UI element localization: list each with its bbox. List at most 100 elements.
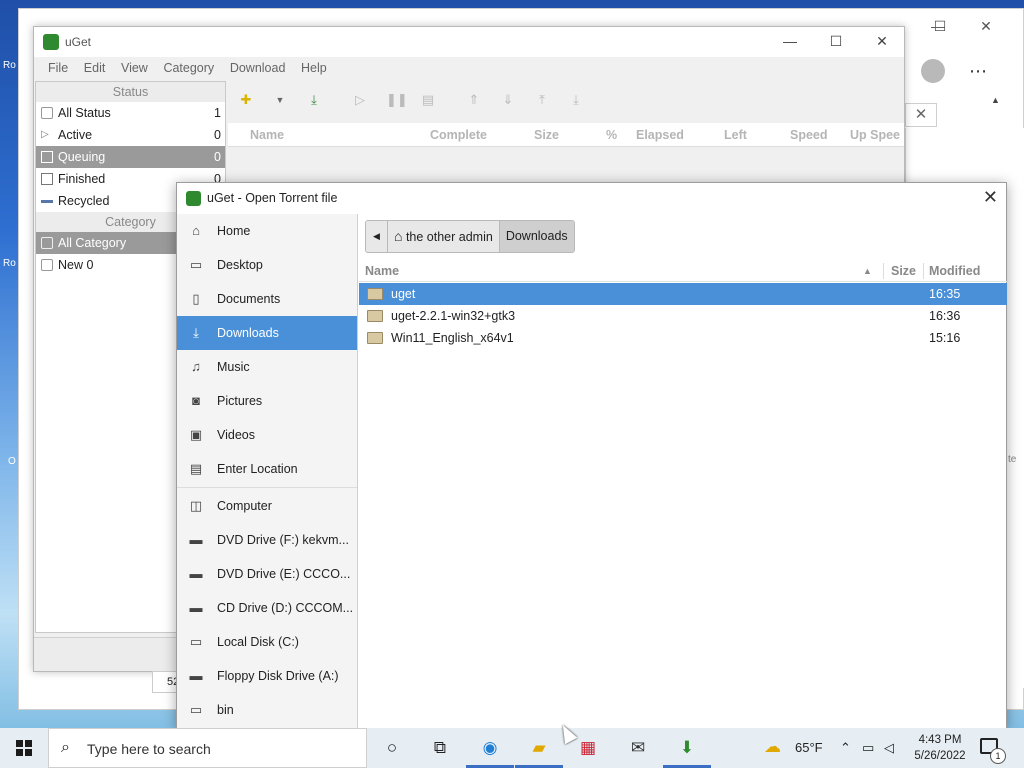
close-icon[interactable]: ✕ (983, 187, 998, 208)
move-up-icon[interactable]: ⇑ (466, 92, 482, 108)
place-home[interactable]: ⌂ Home (177, 214, 357, 248)
dialog-titlebar: uGet - Open Torrent file ✕ (177, 183, 1006, 213)
col-modified[interactable]: Modified (929, 264, 980, 278)
close-icon[interactable]: ✕ (872, 33, 892, 51)
path-current-button[interactable]: Downloads (499, 221, 574, 252)
store-icon[interactable]: ▦ (576, 736, 600, 760)
menu-edit[interactable]: Edit (78, 57, 112, 79)
place-pictures[interactable]: ◙ Pictures (177, 384, 357, 418)
place-videos[interactable]: ▣ Videos (177, 418, 357, 452)
hard-disk-icon: ▭ (189, 634, 203, 649)
scroll-up-icon[interactable]: ▲ (991, 95, 1000, 105)
start-icon[interactable]: ▷ (352, 92, 368, 108)
uget-titlebar: uGet — ☐ ✕ (34, 27, 904, 57)
taskbar-search[interactable]: ⌕ Type here to search (48, 728, 367, 768)
status-all[interactable]: All Status 1 (36, 102, 225, 124)
status-active[interactable]: ▷ Active 0 (36, 124, 225, 146)
device-dvd-f[interactable]: ▬ DVD Drive (F:) kekvm... (177, 523, 357, 557)
folder-icon (367, 310, 383, 322)
pause-icon[interactable]: ❚❚ (386, 92, 408, 108)
path-home-button[interactable]: ⌂ the other admin (388, 221, 500, 252)
place-desktop[interactable]: ▭ Desktop (177, 248, 357, 282)
device-floppy-a[interactable]: ▬ Floppy Disk Drive (A:) (177, 659, 357, 693)
more-options-icon[interactable]: ⋯ (969, 61, 987, 82)
open-torrent-dialog: uGet - Open Torrent file ✕ ⌂ Home ▭ Deskto… (176, 182, 1007, 730)
task-view-icon[interactable]: ⧉ (428, 736, 452, 760)
menu-view[interactable]: View (115, 57, 154, 79)
cortana-icon[interactable]: ○ (380, 736, 404, 760)
properties-icon[interactable]: ▤ (420, 92, 436, 108)
places-sidebar: ⌂ Home ▭ Desktop ▯ Documents ⤓ Downloads ♫ Mu… (177, 214, 358, 730)
status-count: 0 (214, 128, 221, 142)
weather-icon[interactable]: ☁ (764, 737, 781, 757)
status-label: All Status (58, 106, 111, 120)
volume-muted-icon[interactable]: ◁ (884, 740, 894, 756)
uget-app-icon (186, 191, 201, 206)
menu-file[interactable]: File (42, 57, 74, 79)
save-icon[interactable]: ⤓ (306, 92, 322, 108)
uget-taskbar-icon[interactable]: ⬇ (663, 736, 711, 768)
network-icon[interactable]: ▭ (862, 740, 874, 756)
profile-avatar-icon[interactable] (921, 59, 945, 83)
device-bin[interactable]: ▭ bin (177, 693, 357, 727)
side-close-icon[interactable]: ✕ (905, 103, 937, 127)
device-local-c[interactable]: ▭ Local Disk (C:) (177, 625, 357, 659)
col-name[interactable]: Name (250, 128, 284, 142)
place-downloads[interactable]: ⤓ Downloads (177, 316, 357, 350)
col-elapsed[interactable]: Elapsed (636, 128, 684, 142)
move-top-icon[interactable]: ⤒ (534, 92, 550, 108)
notification-count: 1 (990, 748, 1006, 764)
col-complete[interactable]: Complete (430, 128, 487, 142)
file-list-header: Name ▲ Size Modified (359, 260, 1007, 282)
file-explorer-icon[interactable]: ▰ (515, 736, 563, 768)
folder-icon (367, 332, 383, 344)
device-cd-d[interactable]: ▬ CD Drive (D:) CCCOM... (177, 591, 357, 625)
windows-start-icon[interactable] (16, 740, 32, 756)
maximize-icon[interactable]: ☐ (826, 33, 846, 51)
dialog-title: uGet - Open Torrent file (207, 191, 338, 205)
search-placeholder: Type here to search (87, 741, 211, 757)
chevron-down-icon[interactable]: ▼ (272, 92, 288, 108)
close-icon[interactable]: ✕ (977, 17, 995, 35)
file-row[interactable]: Win11_English_x64v1 15:16 (359, 327, 1007, 349)
edge-browser-icon[interactable]: ◉ (466, 736, 514, 768)
desktop-icon-label[interactable]: Ro (3, 258, 16, 269)
col-speed[interactable]: Speed (790, 128, 828, 142)
uget-title: uGet (65, 35, 92, 49)
mail-icon[interactable]: ✉ (626, 736, 650, 760)
place-documents[interactable]: ▯ Documents (177, 282, 357, 316)
download-table-header: Name Complete Size % Elapsed Left Speed … (228, 123, 904, 147)
col-name[interactable]: Name (365, 264, 399, 278)
file-row[interactable]: uget 16:35 (359, 283, 1007, 305)
menu-category[interactable]: Category (157, 57, 220, 79)
status-queuing[interactable]: Queuing 0 (36, 146, 225, 168)
status-label: Recycled (58, 194, 110, 208)
menu-help[interactable]: Help (295, 57, 333, 79)
desktop-icon-label[interactable]: O (8, 456, 16, 467)
column-separator (923, 263, 924, 279)
weather-temp[interactable]: 65°F (795, 740, 823, 755)
col-size[interactable]: Size (534, 128, 559, 142)
file-row[interactable]: uget-2.2.1-win32+gtk3 16:36 (359, 305, 1007, 327)
column-separator (883, 263, 884, 279)
device-computer[interactable]: ◫ Computer (177, 489, 357, 523)
menu-download[interactable]: Download (224, 57, 292, 79)
maximize-icon[interactable]: ☐ (931, 17, 949, 35)
device-dvd-e[interactable]: ▬ DVD Drive (E:) CCCO... (177, 557, 357, 591)
place-music[interactable]: ♫ Music (177, 350, 357, 384)
move-down-icon[interactable]: ⇓ (500, 92, 516, 108)
move-bottom-icon[interactable]: ⤓ (568, 92, 584, 108)
col-upspeed[interactable]: Up Spee (850, 128, 900, 142)
col-percent[interactable]: % (606, 128, 617, 142)
taskbar-clock[interactable]: 4:43 PM 5/26/2022 (908, 732, 972, 764)
tray-expand-icon[interactable]: ⌃ (840, 740, 851, 756)
minimize-icon[interactable]: — (780, 33, 800, 51)
path-back-icon[interactable]: ◀ (366, 221, 388, 252)
places-separator (177, 487, 357, 488)
place-enter-location[interactable]: ▤ Enter Location (177, 452, 357, 486)
col-left[interactable]: Left (724, 128, 747, 142)
col-size[interactable]: Size (891, 264, 916, 278)
place-label: Music (217, 360, 250, 374)
new-download-icon[interactable]: ✚ (238, 92, 254, 108)
desktop-icon-label[interactable]: Ro (3, 60, 16, 71)
